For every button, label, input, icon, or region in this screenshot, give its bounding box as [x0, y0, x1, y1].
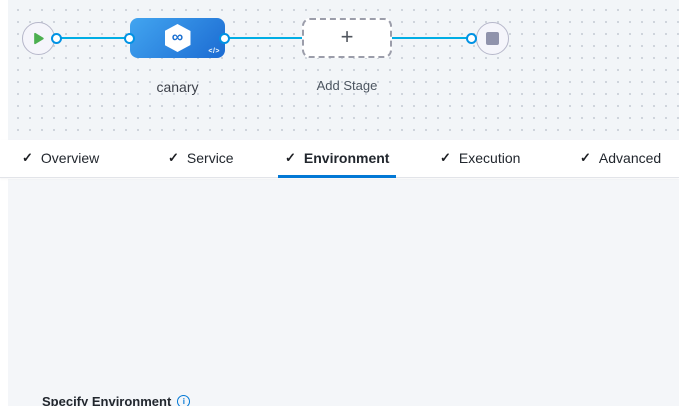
stop-icon [486, 32, 499, 45]
add-stage-label[interactable]: Add Stage [302, 78, 392, 93]
specify-environment-label: Specify Environment [42, 394, 171, 406]
pipeline-studio-window: ∞ </> + canary Add Stage ✓ Overview ✓ Se… [0, 0, 679, 406]
specify-environment-row: Specify Environment i [42, 394, 190, 406]
plus-icon: + [341, 26, 354, 48]
pipeline-end-node[interactable] [476, 22, 509, 55]
environment-panel: Specify Environment i Σx ‹ Back Continue… [0, 179, 679, 406]
panel-background [8, 179, 679, 406]
edge-stage-to-addstage [225, 37, 303, 39]
check-icon: ✓ [22, 150, 33, 166]
info-icon[interactable]: i [177, 395, 190, 406]
tab-service[interactable]: ✓ Service [161, 140, 241, 178]
play-icon [32, 32, 45, 45]
edge-start-to-stage [56, 37, 130, 39]
add-stage-button[interactable]: + [302, 18, 392, 58]
tab-label: Execution [459, 150, 520, 166]
tab-overview[interactable]: ✓ Overview [15, 140, 106, 178]
connector-dot [466, 33, 477, 44]
stage-node-canary[interactable]: ∞ </> [130, 18, 225, 58]
check-icon: ✓ [440, 150, 451, 166]
canary-deployment-icon: ∞ [165, 24, 191, 52]
tab-label: Overview [41, 150, 99, 166]
code-icon: </> [208, 48, 220, 55]
tab-label: Advanced [599, 150, 661, 166]
stage-config-tabbar: ✓ Overview ✓ Service ✓ Environment ✓ Exe… [0, 140, 679, 178]
check-icon: ✓ [580, 150, 591, 166]
tab-environment[interactable]: ✓ Environment [278, 140, 396, 178]
stage-label[interactable]: canary [130, 79, 225, 95]
edge-addstage-to-end [392, 37, 471, 39]
check-icon: ✓ [285, 150, 296, 166]
connector-dot [124, 33, 135, 44]
tab-execution[interactable]: ✓ Execution [433, 140, 527, 178]
connector-dot [51, 33, 62, 44]
tab-advanced[interactable]: ✓ Advanced [573, 140, 668, 178]
tab-label: Environment [304, 150, 390, 166]
tab-label: Service [187, 150, 234, 166]
check-icon: ✓ [168, 150, 179, 166]
infinity-glyph: ∞ [172, 30, 183, 46]
pipeline-canvas[interactable]: ∞ </> + canary Add Stage [0, 0, 679, 140]
connector-dot [219, 33, 230, 44]
